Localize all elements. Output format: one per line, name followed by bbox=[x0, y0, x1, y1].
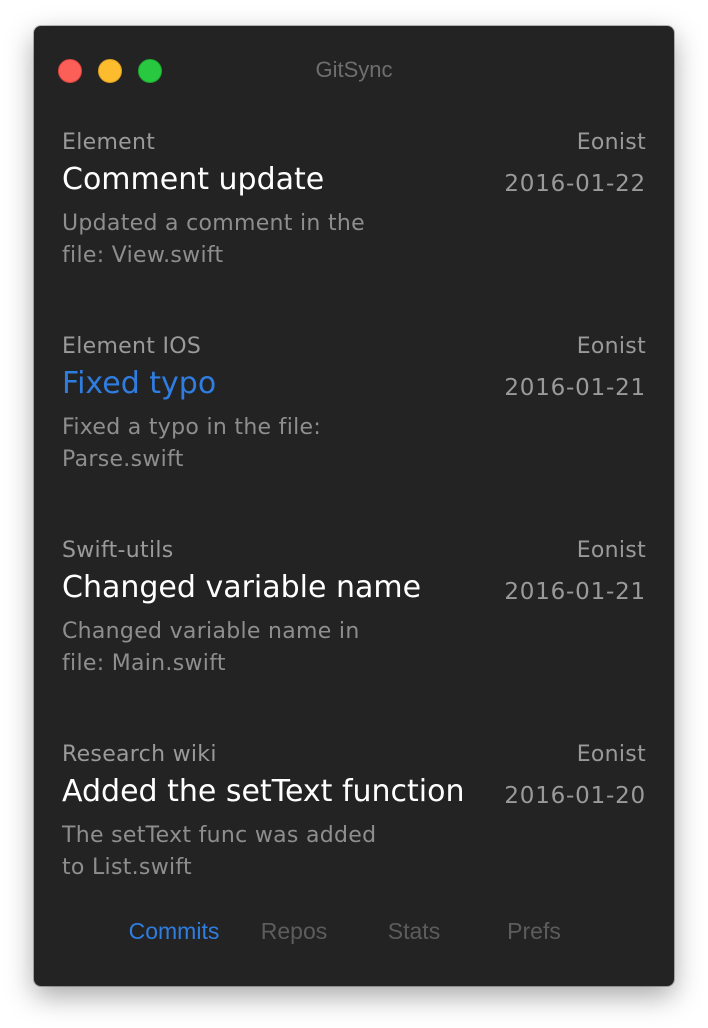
commit-author: Eonist bbox=[576, 538, 646, 563]
commit-item[interactable]: Element IOS Eonist Fixed typo 2016-01-21… bbox=[34, 330, 674, 534]
commit-date: 2016-01-21 bbox=[504, 579, 646, 605]
tab-prefs[interactable]: Prefs bbox=[474, 918, 594, 945]
commit-date: 2016-01-22 bbox=[504, 171, 646, 197]
commit-repo: Swift-utils bbox=[62, 538, 174, 563]
commit-list: Element Eonist Comment update 2016-01-22… bbox=[34, 126, 674, 942]
app-window: GitSync Element Eonist Comment update 20… bbox=[34, 26, 674, 986]
commit-description: Updated a comment in the file: View.swif… bbox=[62, 211, 365, 268]
title-bar[interactable]: GitSync bbox=[34, 26, 674, 118]
commit-date: 2016-01-20 bbox=[504, 783, 646, 809]
commit-author: Eonist bbox=[576, 742, 646, 767]
commit-title: Fixed typo bbox=[62, 366, 217, 401]
commit-item[interactable]: Swift-utils Eonist Changed variable name… bbox=[34, 534, 674, 738]
commit-author: Eonist bbox=[576, 334, 646, 359]
tab-stats[interactable]: Stats bbox=[354, 918, 474, 945]
tab-repos[interactable]: Repos bbox=[234, 918, 354, 945]
commit-author: Eonist bbox=[576, 130, 646, 155]
commit-description: Fixed a typo in the file: Parse.swift bbox=[62, 415, 322, 472]
commit-repo: Element IOS bbox=[62, 334, 202, 359]
commit-title: Added the setText function bbox=[62, 774, 465, 809]
tab-bar: Commits Repos Stats Prefs bbox=[34, 918, 674, 958]
commit-date: 2016-01-21 bbox=[504, 375, 646, 401]
window-title: GitSync bbox=[315, 57, 393, 82]
tab-commits[interactable]: Commits bbox=[114, 918, 234, 945]
commit-item[interactable]: Element Eonist Comment update 2016-01-22… bbox=[34, 126, 674, 330]
commit-item[interactable]: Research wiki Eonist Added the setText f… bbox=[34, 738, 674, 942]
commit-title: Changed variable name bbox=[62, 570, 422, 605]
commit-description: Changed variable name in file: Main.swif… bbox=[62, 619, 360, 676]
commit-title: Comment update bbox=[62, 162, 325, 197]
commit-repo: Element bbox=[62, 130, 156, 155]
commit-repo: Research wiki bbox=[62, 742, 217, 767]
commit-description: The setText func was added to List.swift bbox=[62, 823, 377, 880]
